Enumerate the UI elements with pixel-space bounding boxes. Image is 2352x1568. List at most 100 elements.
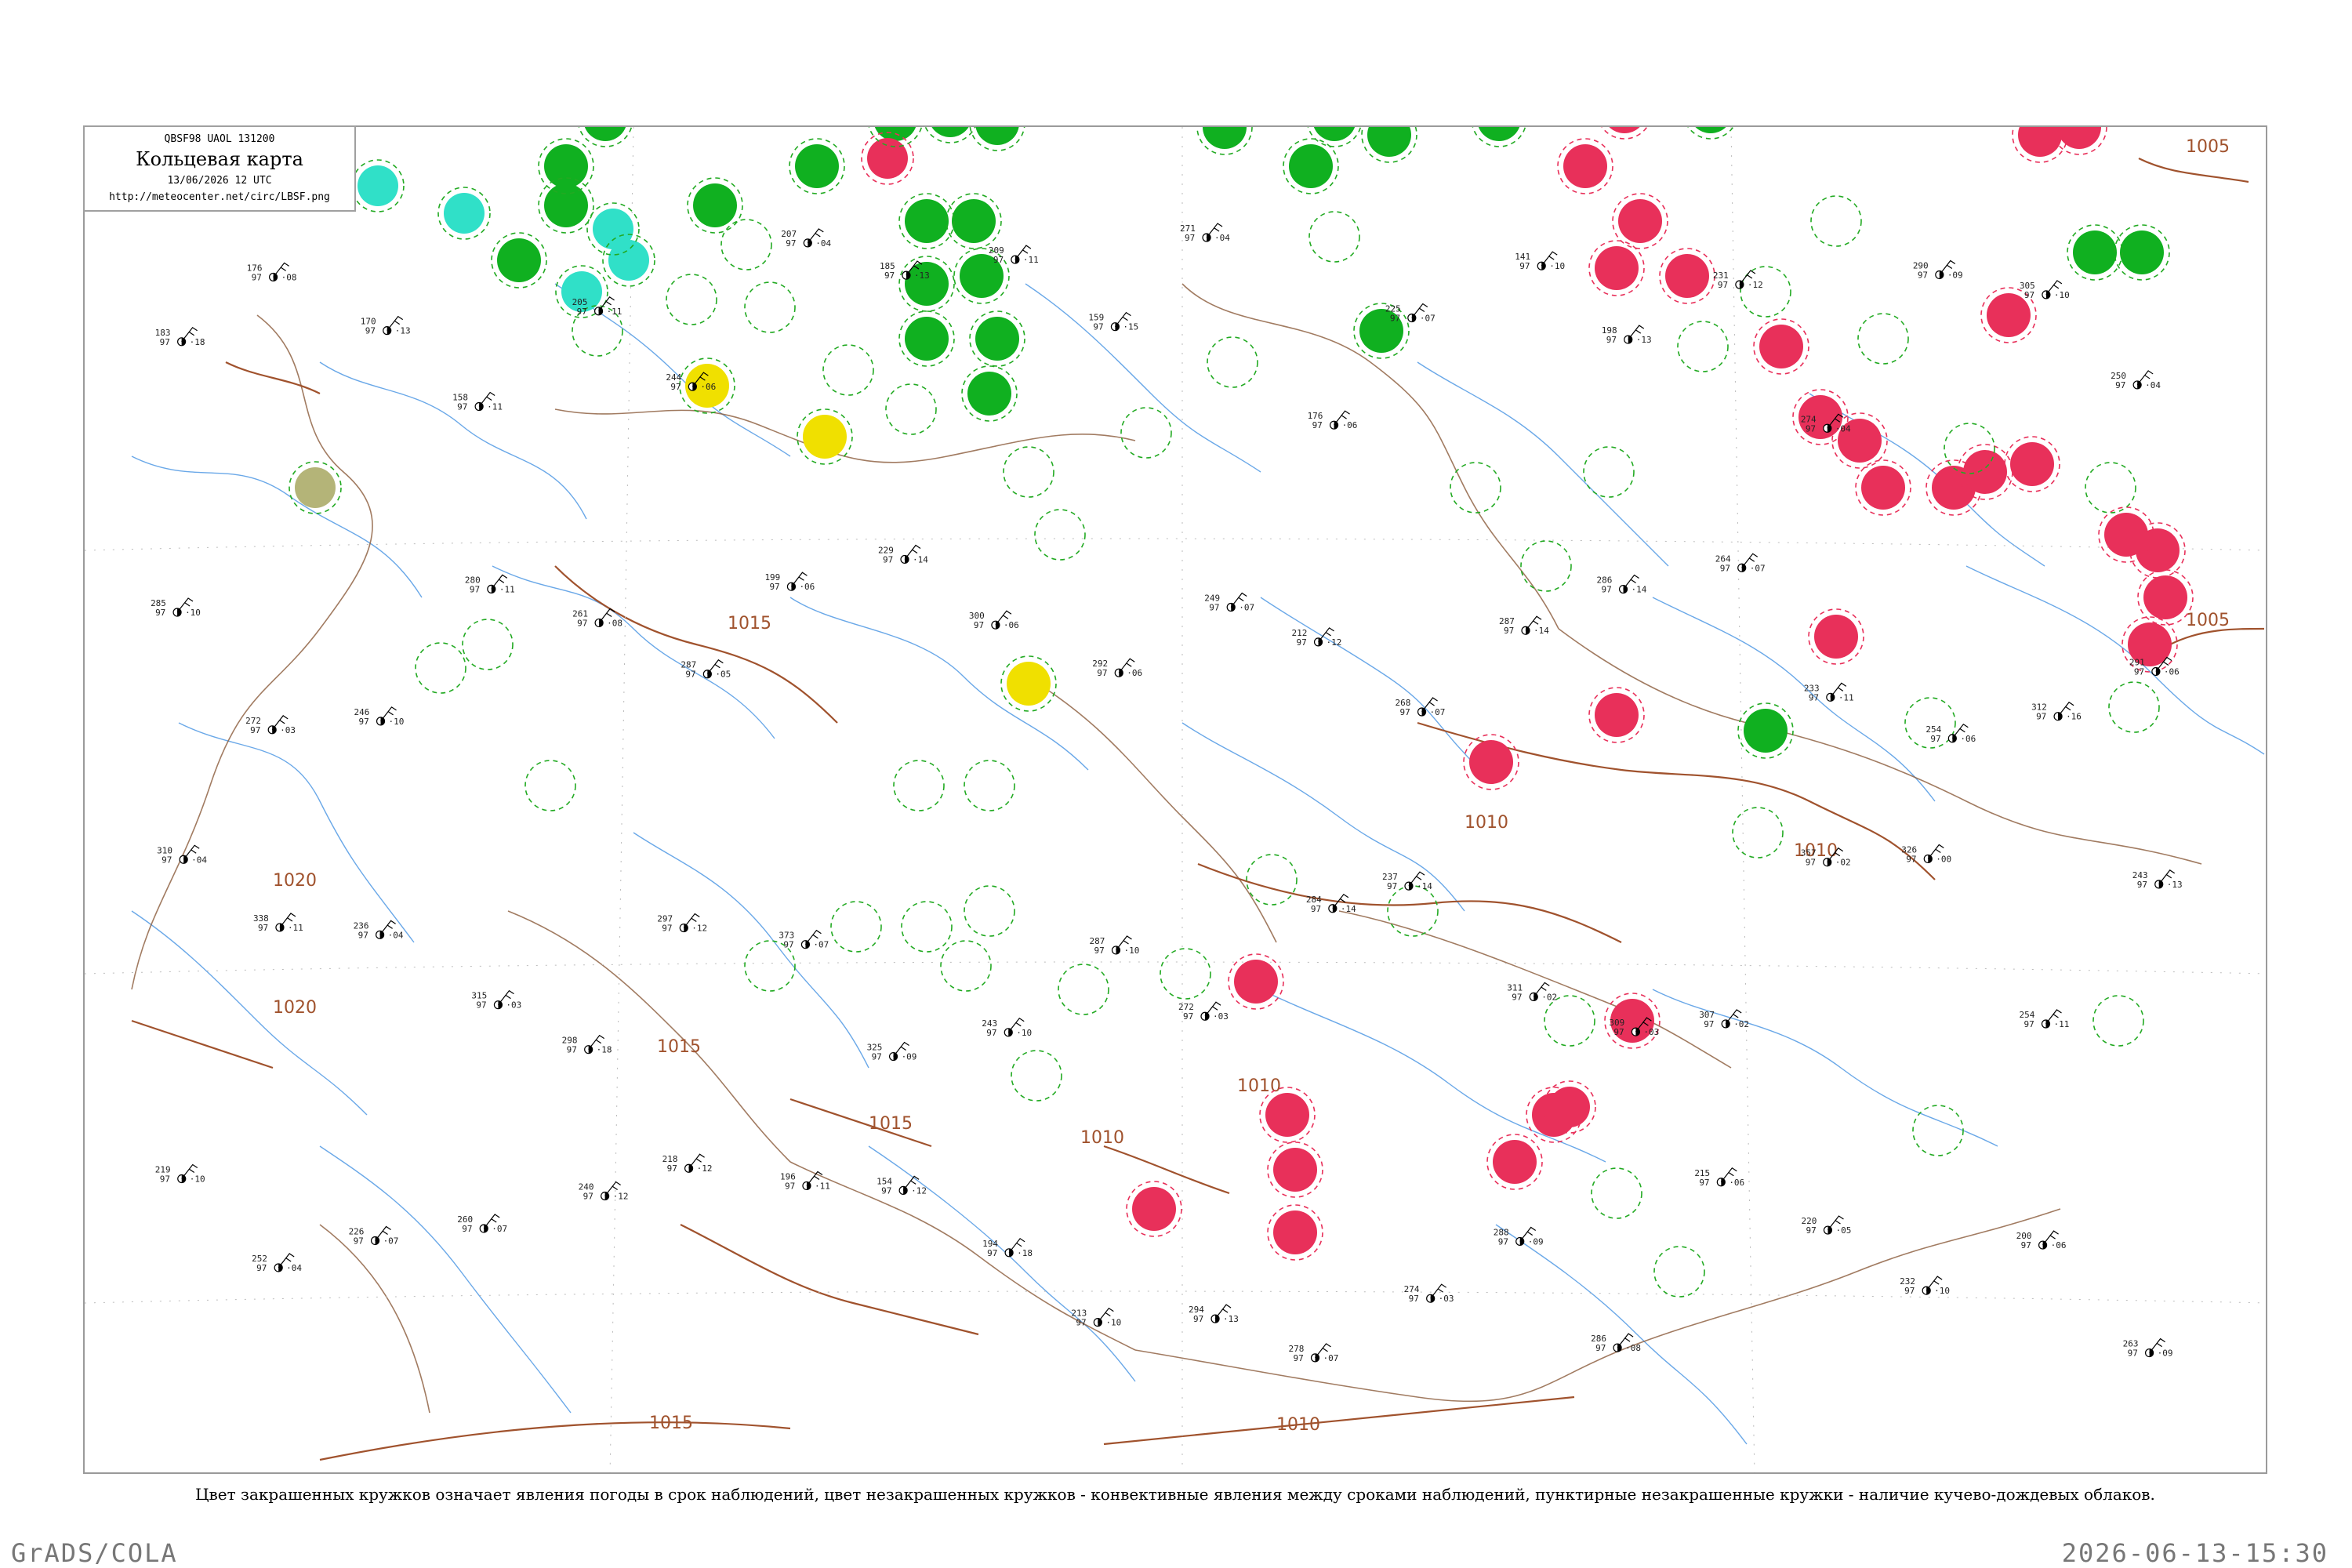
station-plot: 28797·10 <box>1089 935 1139 956</box>
station-tendency: ·07 <box>1420 313 1436 323</box>
station-tendency: ·06 <box>1127 668 1142 678</box>
weather-circle <box>544 183 588 227</box>
map-header-box: QBSF98 UAOL 131200 Кольцевая карта 13/06… <box>83 125 356 212</box>
station-pressure: 97 <box>685 670 695 680</box>
cb-circle <box>901 901 953 953</box>
cb-circle <box>1011 1050 1062 1102</box>
station-tendency: ·11 <box>607 307 622 317</box>
station-plot: 29797·12 <box>657 913 707 934</box>
isobar-label: 1010 <box>1465 813 1508 833</box>
station-plot: 20097·06 <box>2016 1230 2066 1250</box>
station-tendency: ·13 <box>2167 880 2183 890</box>
station-tendency: ·14 <box>1632 585 1647 595</box>
station-plot: 22997·14 <box>878 544 928 564</box>
weather-circle <box>1234 960 1278 1004</box>
station-pressure: 97 <box>1906 854 1916 864</box>
weather-circle <box>2136 528 2180 572</box>
station-tendency: ·06 <box>1342 420 1358 430</box>
station-pressure: 97 <box>1602 585 1612 595</box>
station-tendency: ·04 <box>191 855 207 865</box>
station-pressure: 97 <box>365 326 376 336</box>
station-tendency: ·03 <box>506 1000 521 1011</box>
station-tendency: ·03 <box>1643 1027 1659 1037</box>
station-tendency: ·04 <box>1214 233 1230 243</box>
station-pressure: 97 <box>1809 692 1819 702</box>
station-pressure: 97 <box>1806 1225 1816 1236</box>
station-tendency: ·08 <box>607 618 622 628</box>
weather-circle <box>905 199 949 243</box>
borders-layer <box>131 283 2202 1414</box>
station-pressure: 97 <box>1504 626 1514 636</box>
station-plot: 24997·07 <box>1204 592 1254 612</box>
weather-circle <box>1609 127 1640 133</box>
station-pressure: 97 <box>358 930 368 940</box>
station-plot: 17697·08 <box>247 262 296 282</box>
station-pressure: 97 <box>785 1181 795 1191</box>
station-tendency: ·04 <box>2145 380 2161 390</box>
station-plot: 31197·02 <box>1507 982 1557 1002</box>
weather-circle <box>1289 144 1333 188</box>
map-caption: Цвет закрашенных кружков означает явлени… <box>195 1485 2155 1504</box>
cb-circle <box>1653 1246 1705 1298</box>
cb-circle <box>2092 995 2144 1047</box>
station-pressure: 97 <box>1297 637 1307 648</box>
station-tendency: ·11 <box>1838 692 1854 702</box>
station-tendency: ·06 <box>700 382 716 392</box>
station-plot: 24697·10 <box>354 706 404 727</box>
isobar-label: 1010 <box>1276 1415 1320 1435</box>
station-tendency: ·02 <box>1835 858 1851 868</box>
station-tendency: ·15 <box>1123 322 1138 332</box>
station-tendency: ·10 <box>1016 1028 1032 1038</box>
station-pressure: 97 <box>1094 946 1104 956</box>
cb-circle <box>744 281 796 333</box>
isobar-label: 1010 <box>1237 1076 1281 1096</box>
station-pressure: 97 <box>986 1028 996 1038</box>
station-pressure: 97 <box>2024 290 2034 300</box>
station-tendency: ·09 <box>1947 270 1963 280</box>
station-tendency: ·14 <box>1341 904 1356 914</box>
station-tendency: ·04 <box>1835 423 1851 434</box>
station-tendency: ·11 <box>288 923 303 933</box>
station-pressure: 97 <box>1930 734 1940 744</box>
weather-circle <box>497 238 541 282</box>
weather-circle <box>693 183 737 227</box>
cb-circle <box>2108 681 2160 733</box>
station-tendency: ·10 <box>1123 946 1139 956</box>
cb-circle <box>1308 211 1360 263</box>
station-plot: 25497·06 <box>1926 723 1976 744</box>
station-plot: 31297·16 <box>2031 701 2082 722</box>
station-tendency: ·11 <box>2053 1019 2069 1029</box>
map-area[interactable]: 1005 1005 1010 1010 1010 1010 1015 1015 … <box>83 125 2267 1474</box>
station-tendency: ·14 <box>913 554 928 564</box>
cb-circle <box>1120 407 1172 459</box>
station-pressure: 97 <box>577 307 587 317</box>
station-tendency: ·03 <box>1439 1294 1454 1304</box>
station-pressure: 97 <box>252 272 262 282</box>
station-pressure: 97 <box>2024 1019 2034 1029</box>
footer-brand: GrADS/COLA <box>11 1538 178 1568</box>
station-tendency: ·05 <box>715 670 731 680</box>
cb-circle <box>1058 964 1109 1015</box>
station-pressure: 97 <box>883 554 893 564</box>
station-tendency: ·04 <box>388 930 404 940</box>
station-pressure: 97 <box>1519 261 1530 271</box>
weather-circle <box>1273 1210 1317 1254</box>
station-pressure: 97 <box>1400 707 1410 717</box>
weather-circle <box>1007 662 1051 706</box>
station-plot: 20797·04 <box>781 228 832 249</box>
station-plot: 19997·06 <box>764 572 815 592</box>
cb-circle <box>1732 807 1784 858</box>
weather-circle <box>1744 709 1788 753</box>
source-url[interactable]: http://meteocenter.net/circ/LBSF.png <box>85 191 354 203</box>
weather-circle <box>1469 740 1513 784</box>
station-tendency: ·12 <box>613 1192 629 1202</box>
station-plot: 27297·03 <box>245 715 296 735</box>
weather-circle <box>952 199 996 243</box>
station-plot: 28697·08 <box>1591 1333 1641 1353</box>
station-tendency: ·03 <box>1213 1011 1229 1022</box>
station-plot: 28597·10 <box>151 597 201 618</box>
station-tendency: ·02 <box>1541 992 1557 1002</box>
station-tendency: ·06 <box>1960 734 1976 744</box>
station-plot: 26397·09 <box>2123 1338 2172 1359</box>
station-plot: 21597·06 <box>1694 1167 1744 1188</box>
